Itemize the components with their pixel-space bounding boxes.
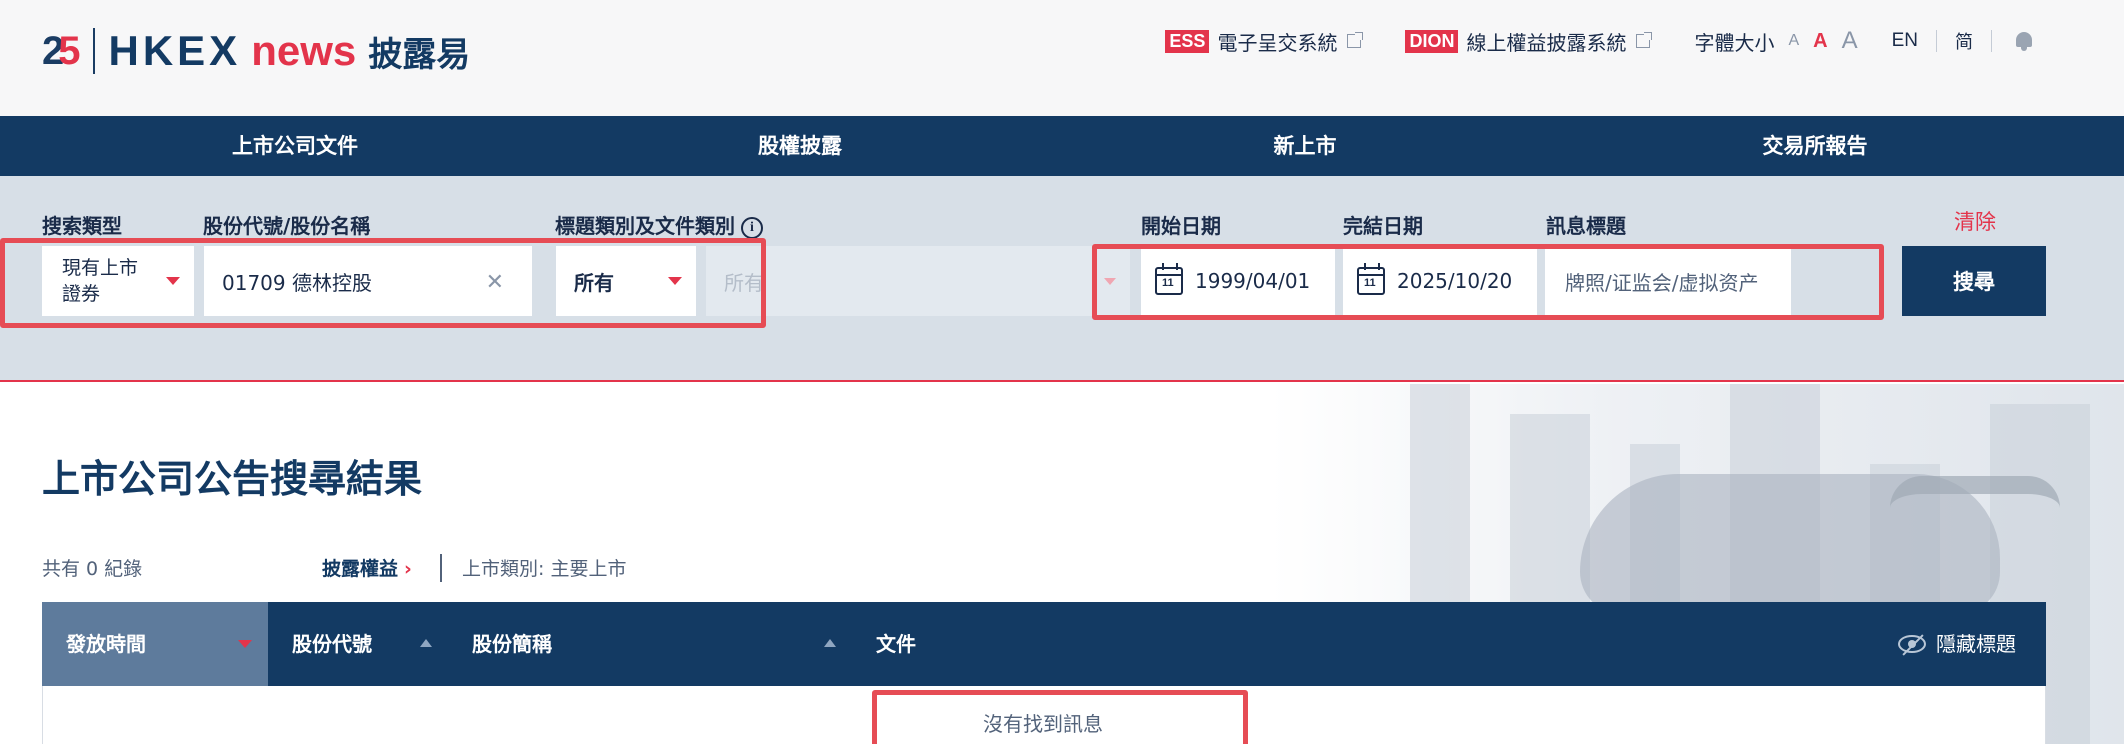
chevron-right-icon: › bbox=[404, 558, 412, 580]
end-date-label: 完結日期 bbox=[1343, 214, 1423, 238]
sort-desc-icon bbox=[238, 640, 252, 648]
end-date-input[interactable]: 2025/10/20 bbox=[1343, 246, 1537, 316]
category-value: 所有 bbox=[574, 270, 614, 295]
nav-exchange-reports[interactable]: 交易所報告 bbox=[1600, 116, 2030, 176]
stock-input-value: 01709 德林控股 bbox=[222, 270, 372, 295]
clear-link[interactable]: 清除 bbox=[1954, 206, 1996, 236]
title-input-value: 牌照/证监会/虚拟资产 bbox=[1565, 270, 1759, 295]
search-button[interactable]: 搜尋 bbox=[1902, 246, 2046, 316]
column-stock-name-label: 股份簡稱 bbox=[472, 632, 552, 656]
dion-tag: DION bbox=[1405, 29, 1459, 53]
logo-divider bbox=[92, 28, 95, 74]
font-size-small-button[interactable]: A bbox=[1788, 32, 1799, 50]
nav-disclosure-of-interests[interactable]: 股權披露 bbox=[590, 116, 1010, 176]
chevron-down-icon bbox=[166, 277, 180, 285]
header-utilities: ESS 電子呈交系統 DION 線上權益披露系統 字體大小 A A A EN 简 bbox=[1165, 26, 2034, 56]
info-icon[interactable]: i bbox=[741, 216, 763, 239]
hide-titles-toggle[interactable]: 隱藏標題 bbox=[1898, 602, 2016, 686]
lang-divider bbox=[1991, 30, 1992, 52]
doc-type-select[interactable]: 所有 bbox=[706, 246, 1130, 316]
calendar-icon bbox=[1155, 263, 1183, 295]
logo-hkex-text: HKEX bbox=[108, 27, 242, 74]
lang-divider bbox=[1936, 30, 1937, 52]
search-type-select[interactable]: 現有上市 證券 bbox=[42, 246, 194, 316]
bell-icon[interactable] bbox=[2014, 30, 2034, 52]
listing-type-info: 上市類別: 主要上市 bbox=[462, 558, 627, 580]
lang-en-link[interactable]: EN bbox=[1892, 30, 1918, 52]
column-stock-code[interactable]: 股份代號 bbox=[268, 602, 448, 686]
ess-link[interactable]: ESS 電子呈交系統 bbox=[1165, 27, 1364, 56]
calendar-icon bbox=[1357, 263, 1385, 295]
doc-type-placeholder: 所有 bbox=[724, 270, 764, 295]
page-title: 上市公司公告搜尋結果 bbox=[42, 457, 423, 501]
stock-label: 股份代號/股份名稱 bbox=[203, 214, 371, 238]
column-release-time[interactable]: 發放時間 bbox=[42, 602, 268, 686]
hkexnews-logo[interactable]: 25 HKEX news 披露易 bbox=[42, 26, 470, 76]
external-link-icon bbox=[1347, 32, 1364, 48]
nav-new-listings[interactable]: 新上市 bbox=[1010, 116, 1600, 176]
hide-titles-label: 隱藏標題 bbox=[1936, 632, 2016, 656]
column-stock-code-label: 股份代號 bbox=[292, 632, 372, 656]
external-link-icon bbox=[1636, 32, 1653, 48]
search-panel: 搜索類型 股份代號/股份名稱 標題類別及文件類別 i 開始日期 完結日期 訊息標題… bbox=[0, 176, 2124, 382]
category-label-text: 標題類別及文件類別 bbox=[555, 214, 735, 238]
search-type-label: 搜索類型 bbox=[42, 214, 122, 238]
end-date-value: 2025/10/20 bbox=[1397, 269, 1513, 293]
dion-label: 線上權益披露系統 bbox=[1466, 30, 1627, 55]
dion-link[interactable]: DION 線上權益披露系統 bbox=[1405, 27, 1653, 56]
column-document-label: 文件 bbox=[876, 632, 916, 656]
site-header: 25 HKEX news 披露易 ESS 電子呈交系統 DION 線上權益披露系… bbox=[0, 0, 2124, 116]
ess-tag: ESS bbox=[1165, 29, 1210, 53]
title-label: 訊息標題 bbox=[1546, 214, 1626, 238]
main-nav: 上市公司文件 股權披露 新上市 交易所報告 bbox=[0, 116, 2124, 176]
close-icon[interactable]: ✕ bbox=[486, 270, 504, 295]
eye-off-icon bbox=[1898, 635, 1926, 653]
results-section: 上市公司公告搜尋結果 共有 0 紀錄 披露權益 › 上市類別: 主要上市 發放時間… bbox=[0, 384, 2124, 744]
title-input[interactable]: 牌照/证监会/虚拟资产 bbox=[1545, 246, 1791, 316]
results-table-body: 沒有找到訊息 bbox=[42, 686, 2046, 744]
category-label: 標題類別及文件類別 i bbox=[555, 210, 763, 239]
stock-input[interactable]: 01709 德林控股 ✕ bbox=[204, 246, 532, 316]
font-size-medium-button[interactable]: A bbox=[1813, 30, 1827, 53]
font-size-large-button[interactable]: A bbox=[1842, 27, 1858, 55]
chevron-down-icon bbox=[668, 277, 682, 285]
sort-asc-icon bbox=[420, 639, 432, 647]
filter-divider bbox=[440, 554, 442, 582]
filter-chip-disclosure[interactable]: 披露權益 › bbox=[322, 554, 412, 581]
category-select[interactable]: 所有 bbox=[556, 246, 696, 316]
filter-chip-label: 披露權益 bbox=[322, 558, 399, 580]
ess-label: 電子呈交系統 bbox=[1217, 30, 1338, 55]
start-date-input[interactable]: 1999/04/01 bbox=[1141, 246, 1335, 316]
sort-asc-icon bbox=[824, 639, 836, 647]
chevron-down-icon bbox=[1104, 278, 1116, 285]
no-results-message: 沒有找到訊息 bbox=[983, 712, 1103, 736]
results-table-header: 發放時間 股份代號 股份簡稱 文件 隱藏標題 bbox=[42, 602, 2046, 686]
record-count: 共有 0 紀錄 bbox=[42, 558, 143, 580]
column-stock-name[interactable]: 股份簡稱 bbox=[448, 602, 852, 686]
anniversary-25-logo: 25 bbox=[42, 28, 81, 73]
logo-news-text: news bbox=[251, 27, 357, 74]
column-release-time-label: 發放時間 bbox=[66, 632, 146, 656]
nav-listed-company-docs[interactable]: 上市公司文件 bbox=[0, 116, 590, 176]
search-type-value: 現有上市 證券 bbox=[62, 257, 139, 305]
bull-horn-image bbox=[1890, 476, 2060, 508]
logo-zh-text: 披露易 bbox=[368, 34, 471, 75]
column-document: 文件 隱藏標題 bbox=[852, 602, 2046, 686]
start-date-label: 開始日期 bbox=[1141, 214, 1221, 238]
font-size-label: 字體大小 bbox=[1694, 30, 1775, 55]
start-date-value: 1999/04/01 bbox=[1195, 269, 1311, 293]
lang-sc-link[interactable]: 简 bbox=[1955, 28, 1973, 54]
